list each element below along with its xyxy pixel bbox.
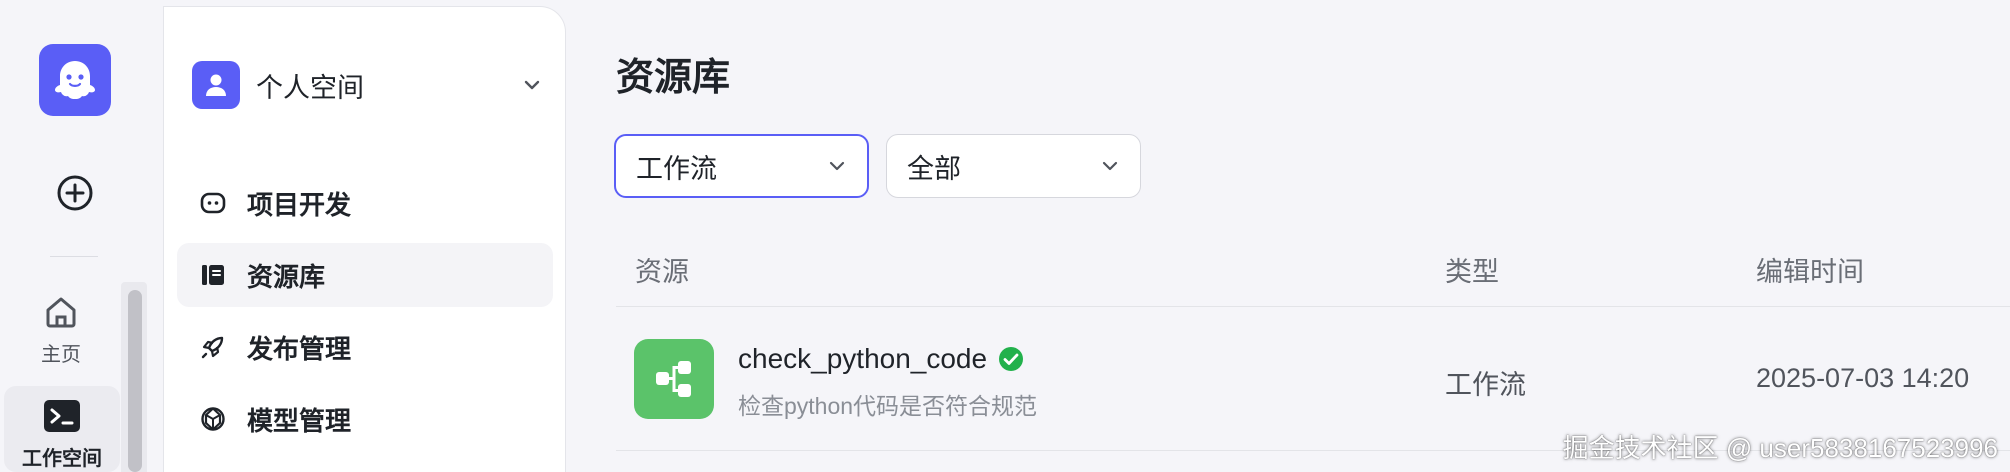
rail-item-label: 主页	[41, 344, 81, 366]
rail-divider	[50, 256, 98, 257]
home-icon	[42, 292, 80, 332]
chevron-down-icon	[1102, 161, 1118, 171]
select-value: 全部	[907, 153, 961, 184]
sidebar-item-publish[interactable]: 发布管理	[177, 315, 553, 379]
rail-item-workspace[interactable]: 工作空间	[4, 386, 120, 472]
sidebar-item-label: 资源库	[247, 261, 326, 292]
check-circle-icon	[997, 345, 1025, 373]
rail-item-label: 工作空间	[22, 448, 102, 470]
sidebar-item-models[interactable]: 模型管理	[177, 387, 553, 451]
space-name: 个人空间	[256, 72, 364, 103]
resource-description: 检查python代码是否符合规范	[738, 393, 1038, 419]
model-icon	[199, 405, 227, 433]
app-logo[interactable]	[39, 44, 111, 116]
type-filter-select[interactable]: 工作流	[614, 134, 869, 198]
sidebar-item-project-dev[interactable]: 项目开发	[177, 171, 553, 235]
main-content: 资源库 工作流 全部 资源 类型 编辑时间 check_python_code …	[566, 0, 2010, 472]
watermark: 掘金技术社区 @ user5838167523996	[1562, 433, 1998, 463]
plus-circle-icon	[57, 175, 93, 211]
app-root: 主页 工作空间 个人空间 项目开发 资源库 发布管理 模型管理 资源库 工作流 …	[0, 0, 2010, 472]
sidebar-item-label: 模型管理	[247, 405, 352, 436]
workflow-icon	[634, 339, 714, 419]
secondary-sidebar: 个人空间 项目开发 资源库 发布管理 模型管理	[163, 6, 566, 472]
rail-scrollbar-thumb[interactable]	[128, 290, 142, 472]
chevron-down-icon	[520, 73, 544, 97]
chevron-down-icon	[829, 161, 845, 171]
create-button[interactable]	[54, 172, 96, 214]
resource-edited-time: 2025-07-03 14:20	[1756, 363, 1970, 393]
page-title: 资源库	[616, 57, 731, 99]
left-rail: 主页 工作空间	[0, 0, 163, 472]
column-header-type[interactable]: 类型	[1445, 250, 1499, 289]
sidebar-item-library[interactable]: 资源库	[177, 243, 553, 307]
scope-filter-select[interactable]: 全部	[886, 134, 1141, 198]
bot-icon	[199, 189, 227, 217]
space-switcher[interactable]: 个人空间	[192, 57, 544, 113]
resource-name-text: check_python_code	[738, 343, 988, 374]
select-value: 工作流	[636, 153, 717, 184]
rocket-icon	[199, 333, 227, 361]
resource-type: 工作流	[1445, 370, 1526, 400]
terminal-icon	[42, 396, 82, 436]
ghost-icon	[55, 61, 95, 99]
column-header-edited[interactable]: 编辑时间	[1756, 250, 1864, 289]
column-header-resource[interactable]: 资源	[635, 250, 689, 289]
library-icon	[199, 261, 227, 289]
sidebar-item-label: 发布管理	[247, 333, 352, 364]
user-icon	[192, 61, 240, 109]
rail-item-home[interactable]: 主页	[0, 290, 122, 390]
resource-name: check_python_code	[738, 343, 1025, 375]
sidebar-item-label: 项目开发	[247, 189, 352, 220]
